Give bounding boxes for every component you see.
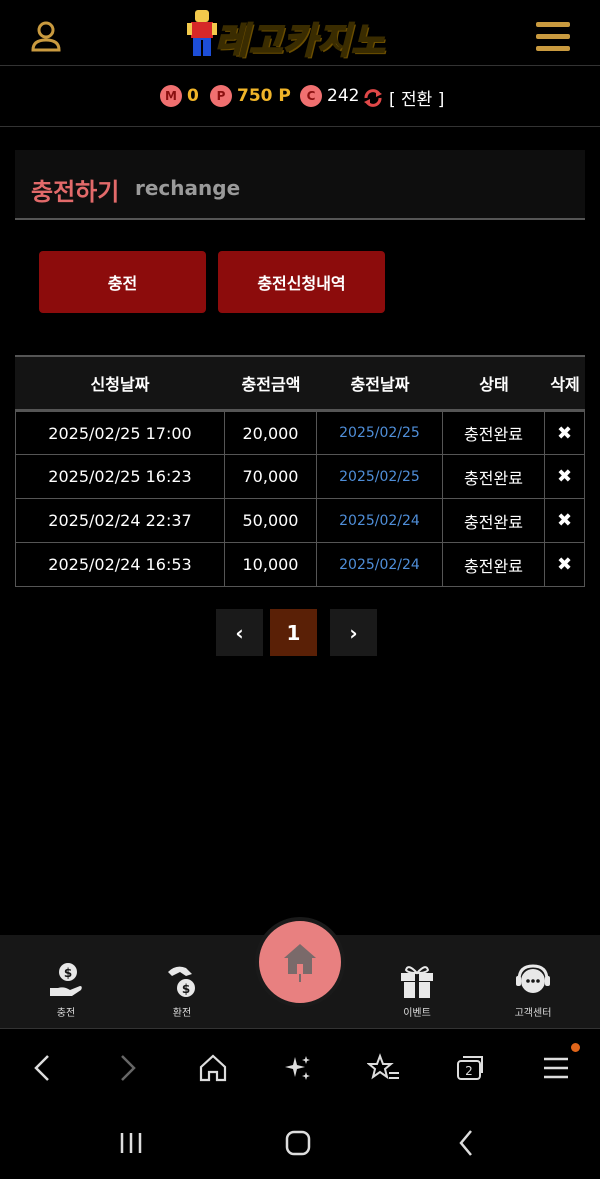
point-value: 750 P bbox=[237, 86, 291, 106]
delete-icon[interactable]: ✖ bbox=[545, 455, 585, 498]
browser-toolbar: 2 bbox=[0, 1030, 600, 1105]
cell-status: 충전완료 bbox=[443, 499, 545, 542]
coin-badge-icon: C bbox=[300, 85, 322, 107]
delete-icon[interactable]: ✖ bbox=[545, 412, 585, 454]
header-amount: 충전금액 bbox=[241, 375, 301, 394]
home-square-icon bbox=[285, 1130, 311, 1156]
point-balance: P 750 P bbox=[210, 85, 291, 107]
delete-icon[interactable]: ✖ bbox=[545, 499, 585, 542]
cell-status: 충전완료 bbox=[443, 412, 545, 454]
browser-ai-button[interactable] bbox=[278, 1050, 318, 1086]
cell-amount: 10,000 bbox=[225, 543, 317, 586]
svg-text:$: $ bbox=[64, 966, 72, 980]
header-request-date: 신청날짜 bbox=[90, 375, 150, 394]
recent-apps-icon bbox=[120, 1133, 142, 1153]
browser-back-button[interactable] bbox=[22, 1050, 62, 1086]
money-value: 0 bbox=[187, 86, 199, 106]
nav-exchange[interactable]: $ 환전 bbox=[142, 962, 222, 1019]
cell-amount: 50,000 bbox=[225, 499, 317, 542]
sparkle-icon bbox=[285, 1056, 310, 1080]
table-body: 2025/02/25 17:00 20,000 2025/02/25 충전완료 … bbox=[15, 409, 585, 587]
browser-home-button[interactable] bbox=[193, 1050, 233, 1086]
refresh-icon bbox=[364, 88, 382, 107]
page-title: 충전하기 bbox=[31, 178, 120, 206]
cell-request-date: 2025/02/25 16:23 bbox=[15, 455, 225, 498]
tabs-icon: 2 bbox=[457, 1056, 483, 1080]
cell-status: 충전완료 bbox=[443, 543, 545, 586]
table-row: 2025/02/24 16:53 10,000 2025/02/24 충전완료 … bbox=[15, 543, 585, 587]
coin-balance: C 242 bbox=[300, 85, 359, 107]
nav-event-label: 이벤트 bbox=[403, 1008, 431, 1019]
chevron-left-icon bbox=[34, 1055, 49, 1081]
nav-support-label: 고객센터 bbox=[514, 1008, 552, 1019]
pagination-page-1[interactable]: 1 bbox=[270, 609, 317, 656]
nav-exchange-label: 환전 bbox=[172, 1008, 192, 1019]
nav-charge[interactable]: $ 충전 bbox=[26, 962, 106, 1019]
coin-value: 242 bbox=[327, 86, 360, 106]
svg-text:2: 2 bbox=[465, 1064, 473, 1078]
cell-request-date: 2025/02/24 22:37 bbox=[15, 499, 225, 542]
notification-dot bbox=[571, 1043, 580, 1052]
cell-charge-date: 2025/02/25 bbox=[317, 412, 443, 454]
hamburger-menu-icon[interactable] bbox=[536, 22, 570, 52]
browser-tabs-button[interactable]: 2 bbox=[450, 1050, 490, 1086]
cell-charge-date: 2025/02/25 bbox=[317, 455, 443, 498]
page-title-box: 충전하기 rechange bbox=[15, 150, 585, 220]
charge-history-button[interactable]: 충전신청내역 bbox=[218, 251, 385, 313]
menu-icon bbox=[544, 1057, 568, 1079]
site-logo[interactable]: 레고카지노 bbox=[185, 8, 420, 63]
charge-history-table: 신청날짜 충전금액 충전날짜 상태 삭제 2025/02/25 17:00 20… bbox=[15, 355, 585, 587]
browser-forward-button[interactable] bbox=[108, 1050, 148, 1086]
money-balance: M 0 bbox=[160, 85, 199, 107]
table-row: 2025/02/24 22:37 50,000 2025/02/24 충전완료 … bbox=[15, 499, 585, 543]
logo-text: 레고카지노 bbox=[214, 20, 386, 63]
delete-icon[interactable]: ✖ bbox=[545, 543, 585, 586]
header-delete: 삭제 bbox=[550, 375, 580, 394]
system-home-button[interactable] bbox=[280, 1127, 316, 1159]
pagination-next-button[interactable]: › bbox=[330, 609, 377, 656]
nav-charge-label: 충전 bbox=[56, 1008, 76, 1019]
cell-amount: 20,000 bbox=[225, 412, 317, 454]
point-badge-icon: P bbox=[210, 85, 232, 107]
cell-charge-date: 2025/02/24 bbox=[317, 499, 443, 542]
table-row: 2025/02/25 17:00 20,000 2025/02/25 충전완료 … bbox=[15, 411, 585, 455]
points-bar: M 0 P 750 P C 242 [ 전환 ] bbox=[0, 67, 600, 127]
back-arrow-icon bbox=[459, 1130, 472, 1156]
system-nav-bar bbox=[0, 1105, 600, 1179]
headset-chat-icon bbox=[516, 964, 550, 993]
nav-support[interactable]: 고객센터 bbox=[493, 962, 573, 1019]
pagination-prev-button[interactable]: ‹ bbox=[216, 609, 263, 656]
money-hand-icon: $ bbox=[50, 963, 82, 996]
cell-request-date: 2025/02/25 17:00 bbox=[15, 412, 225, 454]
home-button[interactable] bbox=[255, 917, 345, 1007]
top-header: 레고카지노 bbox=[0, 0, 600, 66]
browser-menu-button[interactable] bbox=[536, 1050, 576, 1086]
browser-bookmarks-button[interactable] bbox=[364, 1050, 404, 1086]
switch-label: [ 전환 ] bbox=[389, 90, 445, 110]
gift-icon bbox=[401, 966, 433, 998]
home-icon bbox=[284, 944, 316, 982]
cell-charge-date: 2025/02/24 bbox=[317, 543, 443, 586]
header-status: 상태 bbox=[479, 375, 509, 394]
table-header: 신청날짜 충전금액 충전날짜 상태 삭제 bbox=[15, 355, 585, 409]
user-icon[interactable] bbox=[28, 18, 64, 54]
cell-status: 충전완료 bbox=[443, 455, 545, 498]
recent-apps-button[interactable] bbox=[113, 1127, 149, 1159]
star-list-icon bbox=[367, 1053, 399, 1080]
coin-drop-hand-icon: $ bbox=[168, 966, 195, 997]
money-badge-icon: M bbox=[160, 85, 182, 107]
chevron-right-icon bbox=[121, 1055, 136, 1081]
switch-button[interactable]: [ 전환 ] bbox=[362, 85, 444, 110]
page-subtitle: rechange bbox=[135, 176, 241, 200]
svg-text:$: $ bbox=[182, 982, 190, 996]
cell-amount: 70,000 bbox=[225, 455, 317, 498]
nav-event[interactable]: 이벤트 bbox=[377, 962, 457, 1019]
header-charge-date: 충전날짜 bbox=[350, 375, 410, 394]
table-row: 2025/02/25 16:23 70,000 2025/02/25 충전완료 … bbox=[15, 455, 585, 499]
lego-man-icon bbox=[187, 10, 217, 56]
charge-button[interactable]: 충전 bbox=[39, 251, 206, 313]
house-icon bbox=[199, 1054, 227, 1082]
system-back-button[interactable] bbox=[448, 1127, 484, 1159]
cell-request-date: 2025/02/24 16:53 bbox=[15, 543, 225, 586]
